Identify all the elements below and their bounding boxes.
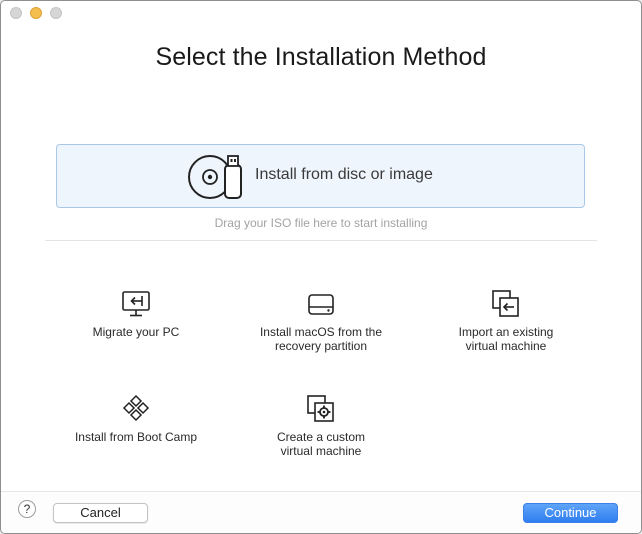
custom-vm-option[interactable]: Create a custom virtual machine (226, 394, 416, 458)
option-label: Create a custom virtual machine (276, 430, 366, 458)
zoom-window-button[interactable] (50, 7, 62, 19)
minimize-window-button[interactable] (30, 7, 42, 19)
close-window-button[interactable] (10, 7, 22, 19)
boot-camp-option[interactable]: Install from Boot Camp (41, 394, 231, 444)
dropzone-label: Install from disc or image (255, 166, 433, 183)
cancel-button[interactable]: Cancel (53, 503, 148, 523)
option-label: Install from Boot Camp (74, 430, 198, 444)
monitor-import-icon (122, 291, 150, 317)
help-button[interactable]: ? (18, 500, 36, 518)
section-divider (45, 240, 597, 241)
installation-assistant-window: Select the Installation Method Install f… (0, 0, 642, 534)
install-macos-recovery-option[interactable]: Install macOS from the recovery partitio… (226, 289, 416, 353)
migrate-pc-option[interactable]: Migrate your PC (41, 289, 231, 339)
hard-drive-icon (308, 294, 334, 315)
option-label: Import an existing virtual machine (458, 325, 554, 353)
custom-vm-icon (307, 395, 334, 422)
import-vm-icon (492, 290, 519, 317)
bottom-bar: ? Cancel Continue (1, 491, 641, 533)
drag-hint-text: Drag your ISO file here to start install… (214, 216, 428, 230)
page-title: Select the Installation Method (155, 43, 487, 71)
boot-camp-icon (122, 394, 150, 422)
disc-and-usb-icon (188, 155, 242, 199)
continue-button[interactable]: Continue (523, 503, 618, 523)
install-from-image-dropzone[interactable]: Install from disc or image (56, 144, 585, 208)
window-controls (10, 7, 62, 19)
option-label: Install macOS from the recovery partitio… (259, 325, 383, 353)
import-vm-option[interactable]: Import an existing virtual machine (411, 289, 601, 353)
option-label: Migrate your PC (92, 325, 180, 339)
